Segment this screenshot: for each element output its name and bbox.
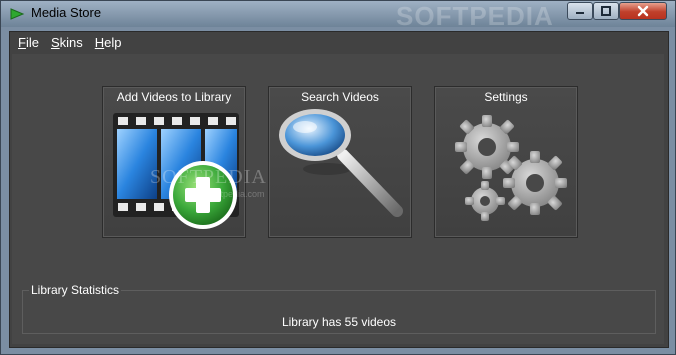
title-watermark: SOFTPEDIA [396, 1, 554, 31]
close-button[interactable] [619, 2, 667, 20]
center-watermark: SOFTPEDIA [150, 166, 267, 188]
library-statistics-legend: Library Statistics [29, 283, 122, 297]
center-watermark-url: www.softpedia.com [187, 189, 265, 199]
close-icon [637, 5, 649, 17]
title-bar[interactable]: Media Store SOFTPEDIA [1, 1, 675, 31]
window-title: Media Store [31, 5, 102, 20]
library-count-text: Library has 55 videos [281, 315, 397, 329]
magnifier-icon [279, 109, 403, 217]
search-videos-label: Search Videos [301, 90, 379, 104]
menu-file[interactable]: File [18, 35, 39, 53]
settings-tile[interactable]: Settings [434, 86, 578, 238]
client-area: File Skins Help Add Videos to Library Se… [9, 31, 669, 348]
maximize-button[interactable] [593, 2, 619, 20]
minimize-icon [576, 12, 584, 14]
search-videos-tile[interactable]: Search Videos [268, 86, 412, 238]
settings-label: Settings [484, 90, 528, 104]
menu-skins[interactable]: Skins [51, 35, 83, 53]
menu-help[interactable]: Help [95, 35, 122, 53]
gears-icon [455, 115, 567, 221]
minimize-button[interactable] [567, 2, 593, 20]
app-window: Media Store SOFTPEDIA File Skins Help Ad… [0, 0, 676, 355]
menu-bar: File Skins Help [18, 35, 122, 53]
main-panel: Add Videos to Library Search Videos Sett… [12, 54, 664, 344]
app-logo-icon [10, 8, 25, 20]
add-videos-tile[interactable]: Add Videos to Library [102, 86, 246, 238]
add-videos-label: Add Videos to Library [116, 90, 232, 104]
library-statistics-group: Library Statistics Library has 55 videos [22, 283, 656, 334]
maximize-icon [601, 6, 611, 16]
